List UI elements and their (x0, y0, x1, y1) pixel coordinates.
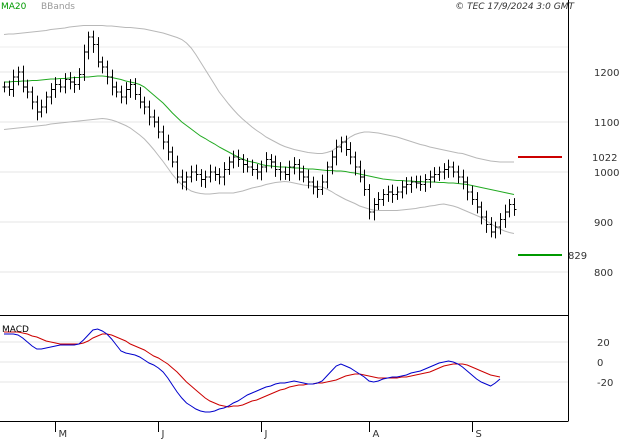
price-axis: 800 900 1000 1100 1200 (594, 68, 619, 279)
macd-tick-label: 20 (597, 338, 610, 349)
price-tick-label: 1100 (594, 118, 619, 129)
ma-group (4, 75, 515, 195)
x-tick-label: J (264, 429, 268, 440)
price-bars-group (2, 30, 517, 239)
price-tick-label: 900 (594, 218, 613, 229)
macd-tick-label: -20 (597, 378, 613, 389)
price-tick-label: 800 (594, 268, 613, 279)
signal-line (4, 331, 501, 408)
x-axis: MJJAS (55, 421, 482, 440)
macd-tick-label: 0 (597, 358, 603, 369)
price-tick-label: 1200 (594, 68, 619, 79)
resistance-label: 1022 (592, 153, 617, 164)
macd-grid (0, 341, 568, 383)
copyright-text: © TEC 17/9/2024 3:0 GMT (455, 2, 575, 12)
macd-panel-title: MACD (2, 325, 29, 335)
bbands-upper-line (3, 25, 514, 163)
macd-axis: 20 0 -20 (597, 338, 613, 389)
price-tick-label: 1000 (594, 168, 619, 179)
macd-line (4, 328, 501, 413)
chart-canvas: 1022829 800900100011001200 200-20 MJJAS … (0, 0, 619, 440)
ma20-line (4, 75, 515, 195)
bbands-group (3, 25, 515, 234)
ma-legend-label: MA20 (1, 2, 27, 12)
panel-frames (0, 0, 569, 422)
x-tick-label: S (476, 429, 482, 440)
macd-lines-group (4, 328, 501, 413)
support-label: 829 (568, 251, 587, 262)
bbands-legend-label: BBands (41, 2, 75, 12)
x-tick-label: M (59, 429, 68, 440)
x-tick-label: J (161, 429, 165, 440)
bbands-lower-line (3, 117, 515, 234)
x-tick-label: A (373, 429, 380, 440)
